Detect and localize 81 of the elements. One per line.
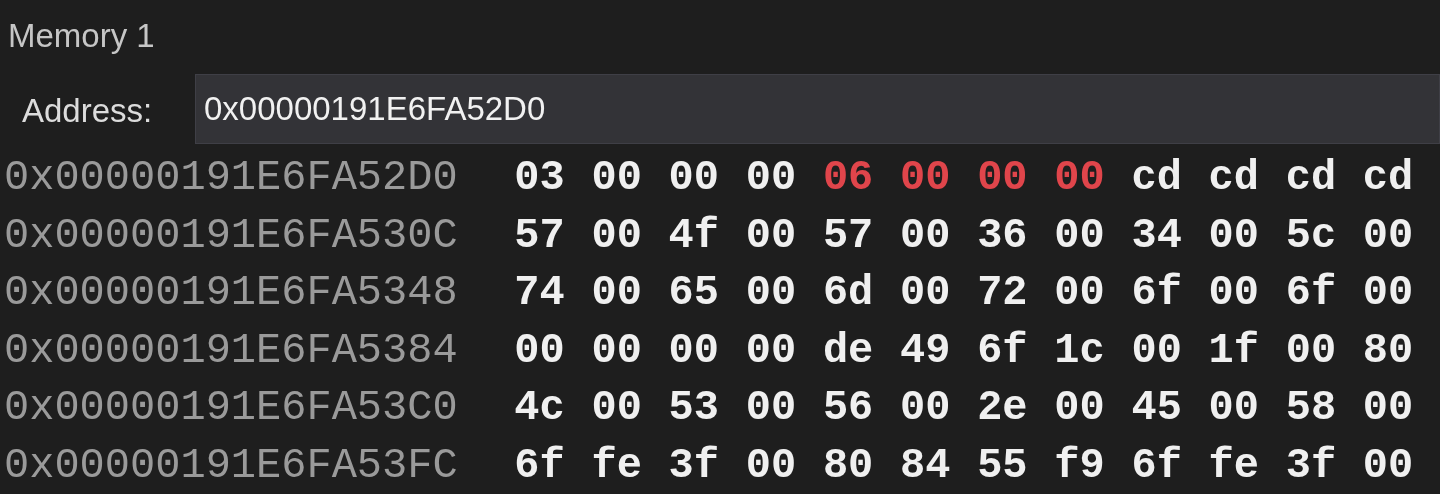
- byte-value: 6f: [977, 325, 1029, 377]
- byte-value: 00: [1208, 383, 1260, 434]
- byte-value: 57: [822, 210, 875, 262]
- byte-value: 53: [668, 383, 720, 434]
- row-address: 0x00000191E6FA530C: [3, 210, 459, 262]
- byte-value: 5c: [1285, 210, 1338, 262]
- byte-value: 00: [977, 153, 1029, 204]
- byte-value: 57: [514, 210, 566, 262]
- byte-value: 00: [591, 210, 643, 262]
- byte-value: 00: [1208, 210, 1260, 262]
- byte-value: 65: [668, 268, 720, 319]
- byte-value: 36: [977, 210, 1029, 262]
- byte-value: 06: [822, 153, 875, 204]
- panel-title: Memory 1: [7, 16, 156, 56]
- byte-value: fe: [591, 440, 643, 492]
- byte-value: 34: [1131, 210, 1183, 262]
- byte-value: 00: [1054, 383, 1106, 434]
- byte-value: 00: [900, 153, 952, 204]
- row-address: 0x00000191E6FA5348: [3, 268, 459, 319]
- byte-value: 00: [745, 268, 798, 319]
- byte-value: 00: [1054, 268, 1106, 319]
- byte-value: 00: [900, 268, 952, 319]
- byte-value: 4f: [668, 210, 720, 262]
- byte-value: 72: [977, 268, 1029, 319]
- row-address: 0x00000191E6FA5384: [3, 325, 459, 377]
- byte-value: 4c: [514, 383, 566, 434]
- byte-value: 00: [745, 210, 798, 262]
- byte-value: 00: [1362, 383, 1415, 434]
- address-label: Address:: [21, 91, 154, 131]
- row-address: 0x00000191E6FA53C0: [3, 383, 459, 434]
- byte-value: 00: [668, 325, 720, 377]
- row-address: 0x00000191E6FA53FC: [3, 440, 459, 492]
- byte-value: 00: [1054, 153, 1106, 204]
- byte-value: 00: [745, 325, 798, 377]
- byte-value: 00: [745, 440, 798, 492]
- byte-value: 80: [1362, 325, 1415, 377]
- byte-value: 00: [1054, 210, 1106, 262]
- byte-value: 1c: [1054, 325, 1106, 377]
- byte-value: de: [822, 325, 875, 377]
- byte-value: 74: [514, 268, 566, 319]
- byte-value: 6f: [514, 440, 566, 492]
- byte-value: 6f: [1131, 268, 1183, 319]
- byte-value: 45: [1131, 383, 1183, 434]
- byte-value: cd: [1208, 153, 1260, 204]
- byte-value: 1f: [1208, 325, 1260, 377]
- byte-value: 00: [1362, 268, 1415, 319]
- row-address: 0x00000191E6FA52D0: [3, 153, 459, 204]
- address-field[interactable]: 0x00000191E6FA52D0: [195, 74, 1440, 144]
- byte-value: cd: [1131, 153, 1183, 204]
- byte-value: cd: [1285, 153, 1338, 204]
- byte-value: 6d: [822, 268, 875, 319]
- byte-value: 00: [668, 153, 720, 204]
- byte-value: 6f: [1285, 268, 1338, 319]
- byte-value: 00: [745, 153, 798, 204]
- byte-value: 00: [745, 383, 798, 434]
- byte-value: 00: [900, 210, 952, 262]
- byte-value: 00: [900, 383, 952, 434]
- byte-value: 84: [900, 440, 952, 492]
- byte-value: 2e: [977, 383, 1029, 434]
- byte-value: 6f: [1131, 440, 1183, 492]
- byte-value: 3f: [668, 440, 720, 492]
- byte-value: 55: [977, 440, 1029, 492]
- byte-value: 00: [514, 325, 566, 377]
- byte-value: 3f: [1285, 440, 1338, 492]
- byte-value: 00: [1285, 325, 1338, 377]
- byte-value: 00: [591, 325, 643, 377]
- byte-value: 00: [591, 153, 643, 204]
- byte-value: f9: [1054, 440, 1106, 492]
- byte-value: 80: [822, 440, 875, 492]
- byte-value: 00: [1362, 440, 1415, 492]
- byte-value: cd: [1362, 153, 1415, 204]
- byte-value: 00: [1362, 210, 1415, 262]
- byte-value: 00: [591, 268, 643, 319]
- byte-value: 00: [591, 383, 643, 434]
- byte-value: 03: [514, 153, 566, 204]
- byte-value: 00: [1131, 325, 1183, 377]
- byte-value: fe: [1208, 440, 1260, 492]
- byte-value: 00: [1208, 268, 1260, 319]
- byte-value: 56: [822, 383, 875, 434]
- byte-value: 49: [900, 325, 952, 377]
- byte-value: 58: [1285, 383, 1338, 434]
